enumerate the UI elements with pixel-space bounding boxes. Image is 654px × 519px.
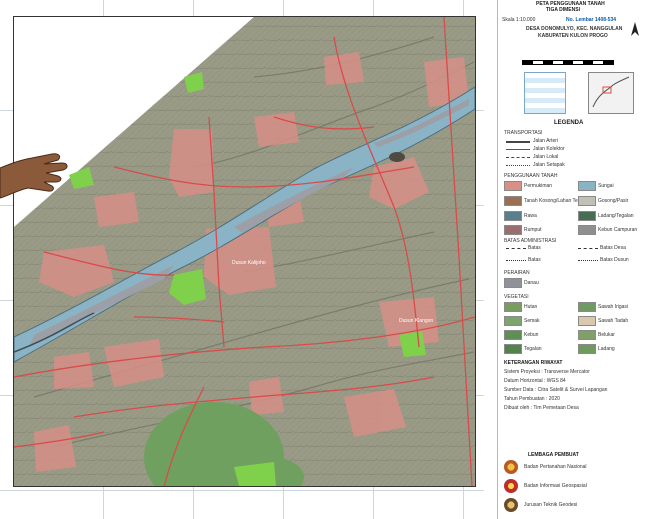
legend-section-title: BATAS ADMINISTRASI [504, 238, 557, 244]
institution-name: Jurusan Teknik Geodesi [524, 502, 578, 508]
legend-item: Gosong/Pasir [598, 198, 629, 204]
legend-swatch [504, 330, 522, 340]
legend-swatch [504, 278, 522, 288]
legend-item: Kebun [524, 332, 539, 338]
legend-swatch [504, 181, 522, 191]
north-arrow-icon [630, 22, 640, 36]
legend-line [506, 157, 530, 158]
scale-text: Skala 1:10.000 [502, 17, 536, 23]
map-label: Dusun Klangon [399, 318, 433, 324]
legend-item: Tegalan [524, 346, 542, 352]
institutions-header: LEMBAGA PEMBUAT [528, 452, 579, 458]
legend-line [578, 248, 598, 249]
legend-swatch [578, 196, 596, 206]
legend-line [506, 260, 526, 261]
legend-item: Jalan Kolektor [533, 146, 565, 152]
legend-item: Kebun Campuran [598, 227, 638, 233]
legend-section-title: PENGGUNAAN TANAH [504, 173, 558, 179]
legend-item: Rumput [524, 227, 542, 233]
legend-swatch [578, 330, 596, 340]
grid-line [0, 490, 484, 491]
legend-item: Rawa [524, 213, 537, 219]
note-line: Sistem Proyeksi : Transverse Mercator [504, 369, 590, 375]
legend-swatch [578, 225, 596, 235]
institution-name: Badan Informasi Geospasial [524, 483, 587, 489]
legend-swatch [578, 302, 596, 312]
legend-swatch [504, 316, 522, 326]
legend-swatch [504, 302, 522, 312]
map-sheet: Dusun Kalijoho Dusun Klangon PETA PENGGU… [0, 0, 654, 519]
legend-header: LEGENDA [554, 120, 584, 126]
note-line: Datum Horizontal : WGS 84 [504, 378, 566, 384]
legend-line [578, 260, 598, 261]
institution-name: Badan Pertanahan Nasional [524, 464, 587, 470]
legend-item: Batas [528, 245, 541, 251]
pointing-hand-icon [0, 153, 68, 199]
legend-item: Batas [528, 257, 541, 263]
legend-line [506, 248, 526, 249]
map-label: Dusun Kalijoho [232, 260, 266, 266]
university-logo-icon [504, 498, 518, 512]
legend-item: Semak [524, 318, 540, 324]
sheet-code: No. Lembar 1408-534 [566, 17, 617, 23]
map-subtitle: TIGA DIMENSI [546, 7, 580, 13]
legend-item: Jalan Setapak [533, 162, 565, 168]
note-line: Dibuat oleh : Tim Pemetaan Desa [504, 405, 579, 411]
legend-item: Ladang/Tegalan [598, 213, 634, 219]
bpn-logo-icon [504, 460, 518, 474]
legend-swatch [578, 316, 596, 326]
legend-line [506, 165, 530, 166]
legend-swatch [504, 196, 522, 206]
legend-swatch [578, 211, 596, 221]
terrain-map[interactable]: Dusun Kalijoho Dusun Klangon [14, 17, 475, 486]
note-line: Tahun Pembuatan : 2020 [504, 396, 560, 402]
legend-item: Batas Desa [600, 245, 626, 251]
legend-item: Jalan Arteri [533, 138, 559, 144]
legend-line [506, 149, 530, 150]
legend-item: Batas Dusun [600, 257, 629, 263]
legend-section-title: PERAIRAN [504, 270, 530, 276]
legend-item: Sawah Irigasi [598, 304, 629, 310]
scale-bar [522, 60, 614, 65]
legend-item: Permukiman [524, 183, 553, 189]
legend-swatch [504, 344, 522, 354]
legend-item: Ladang [598, 346, 615, 352]
map-frame[interactable]: Dusun Kalijoho Dusun Klangon [13, 16, 476, 487]
legend-swatch [578, 181, 596, 191]
note-line: Sumber Data : Citra Satelit & Survei Lap… [504, 387, 608, 393]
legend-section-title: TRANSPORTASI [504, 130, 543, 136]
legend-swatch [578, 344, 596, 354]
legend-panel: PETA PENGGUNAAN TANAH TIGA DIMENSI Skala… [497, 0, 654, 519]
village-title: DESA DONOMULYO, KEC. NANGGULAN [526, 26, 623, 32]
legend-item: Belukar [598, 332, 615, 338]
big-logo-icon [504, 479, 518, 493]
legend-item: Jalan Lokal [533, 154, 559, 160]
legend-swatch [504, 211, 522, 221]
inset-location-map [588, 72, 634, 114]
legend-line [506, 141, 530, 143]
regency-title: KABUPATEN KULON PROGO [538, 33, 608, 39]
notes-header: KETERANGAN RIWAYAT [504, 360, 563, 366]
inset-grid-map [524, 72, 566, 114]
legend-item: Hutan [524, 304, 538, 310]
legend-item: Danau [524, 280, 539, 286]
legend-item: Sungai [598, 183, 614, 189]
legend-item: Sawah Tadah [598, 318, 629, 324]
legend-swatch [504, 225, 522, 235]
legend-section-title: VEGETASI [504, 294, 529, 300]
